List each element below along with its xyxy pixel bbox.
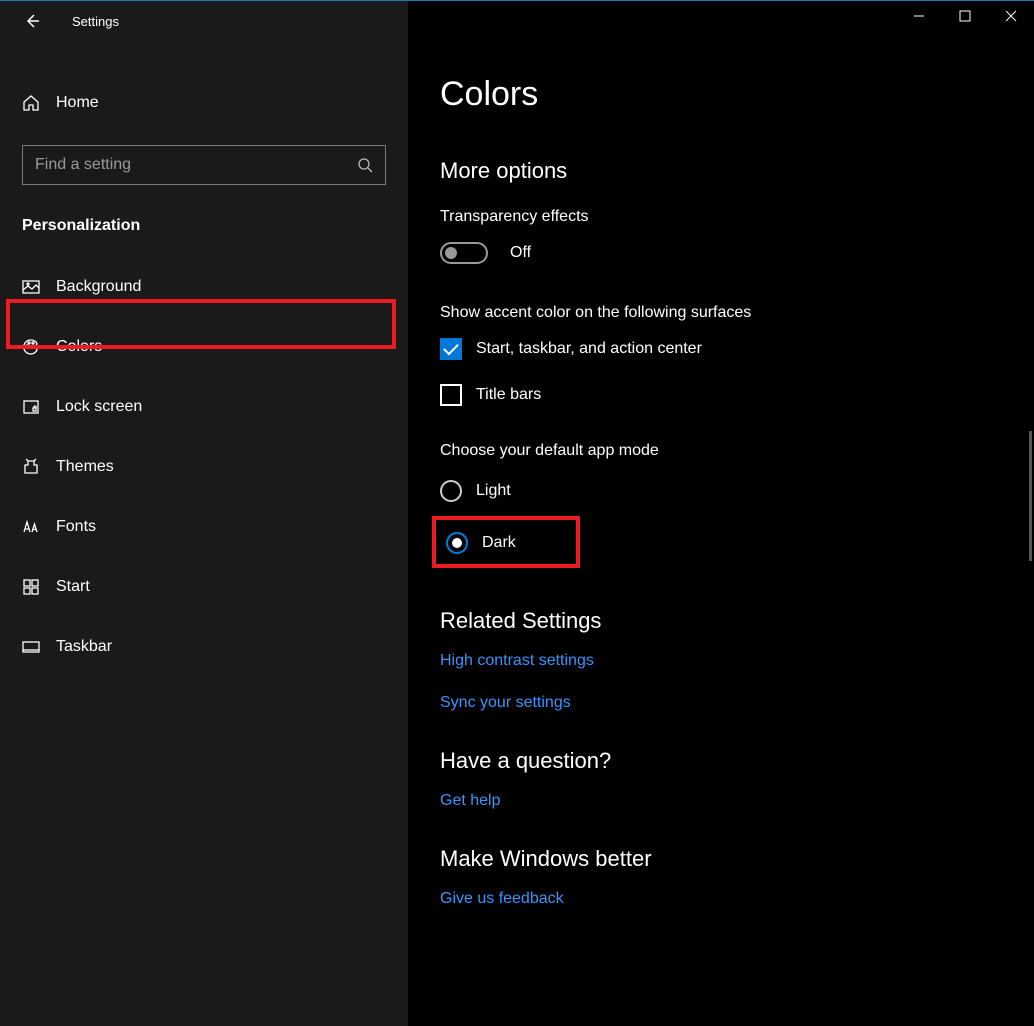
fonts-icon [22,518,56,536]
accent-surfaces-label: Show accent color on the following surfa… [440,304,1014,322]
lockscreen-icon [22,398,56,416]
link-sync-settings[interactable]: Sync your settings [440,694,1014,712]
minimize-button[interactable] [896,0,942,32]
main-pane: Colors More options Transparency effects… [408,1,1034,1026]
back-button[interactable] [20,9,44,33]
sidebar-item-colors[interactable]: Colors [0,317,408,377]
sidebar-item-label: Lock screen [56,398,142,416]
radio-icon [446,532,468,554]
transparency-state: Off [510,244,531,262]
checkbox-title-bars[interactable]: Title bars [440,384,1014,406]
radio-icon [440,480,462,502]
better-heading: Make Windows better [440,846,1014,872]
radio-light[interactable]: Light [440,476,1014,506]
sidebar: Settings Home Personalization Background… [0,1,408,1026]
start-icon [22,578,56,596]
toggle-knob [445,247,457,259]
checkbox-icon [440,338,462,360]
search-input[interactable] [35,156,357,174]
related-settings-heading: Related Settings [440,608,1014,634]
sidebar-item-label: Taskbar [56,638,112,656]
window-controls [896,0,1034,32]
sidebar-item-label: Themes [56,458,114,476]
window-title: Settings [72,14,119,29]
radio-dark[interactable]: Dark [440,524,1014,562]
transparency-label: Transparency effects [440,208,1014,226]
sidebar-item-label: Start [56,578,90,596]
close-button[interactable] [988,0,1034,32]
sidebar-item-lockscreen[interactable]: Lock screen [0,377,408,437]
link-get-help[interactable]: Get help [440,792,1014,810]
titlebar: Settings [0,1,408,41]
checkbox-start-taskbar[interactable]: Start, taskbar, and action center [440,338,1014,360]
sidebar-item-label: Fonts [56,518,96,536]
app-mode-label: Choose your default app mode [440,442,1014,460]
sidebar-category: Personalization [0,205,408,249]
home-icon [22,94,56,112]
home-label: Home [56,94,99,112]
themes-icon [22,458,56,476]
back-arrow-icon [24,13,40,29]
sidebar-item-fonts[interactable]: Fonts [0,497,408,557]
checkbox-label: Title bars [476,386,541,404]
sidebar-item-background[interactable]: Background [0,257,408,317]
link-feedback[interactable]: Give us feedback [440,890,1014,908]
sidebar-item-taskbar[interactable]: Taskbar [0,617,408,677]
link-high-contrast[interactable]: High contrast settings [440,652,1014,670]
image-icon [22,278,56,296]
question-heading: Have a question? [440,748,1014,774]
sidebar-item-start[interactable]: Start [0,557,408,617]
maximize-button[interactable] [942,0,988,32]
taskbar-icon [22,638,56,656]
radio-label: Light [476,482,511,500]
sidebar-item-label: Background [56,278,141,296]
transparency-toggle[interactable] [440,242,488,264]
search-input-container[interactable] [22,145,386,185]
page-title: Colors [440,75,1014,114]
more-options-heading: More options [440,158,1014,184]
palette-icon [22,338,56,356]
sidebar-item-label: Colors [56,338,102,356]
checkbox-icon [440,384,462,406]
checkbox-label: Start, taskbar, and action center [476,340,702,358]
radio-label: Dark [482,534,516,552]
search-icon [357,157,373,173]
sidebar-item-themes[interactable]: Themes [0,437,408,497]
sidebar-item-home[interactable]: Home [0,75,408,131]
scrollbar[interactable] [1029,431,1032,561]
